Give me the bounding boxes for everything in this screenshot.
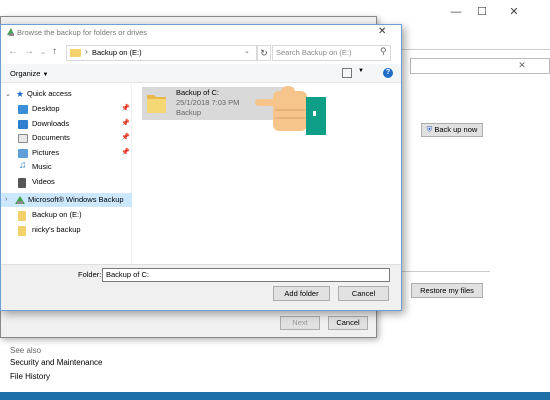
help-icon[interactable]: ?	[383, 68, 393, 78]
security-maintenance-link[interactable]: Security and Maintenance	[10, 358, 103, 367]
close-icon[interactable]: ✕	[497, 0, 531, 24]
nav-item-backup-on-e[interactable]: Backup on (E:)	[32, 208, 82, 222]
folder-icon	[18, 226, 26, 236]
back-arrow-icon[interactable]: ←	[8, 46, 18, 57]
nav-item-desktop[interactable]: Desktop	[32, 102, 60, 116]
wizard-cancel-button[interactable]: Cancel	[328, 316, 368, 330]
dialog-title: Browse the backup for folders or drives	[17, 28, 148, 37]
search-placeholder: Search Backup on (E:)	[276, 48, 352, 57]
organize-menu[interactable]: Organize ▼	[10, 69, 48, 78]
pin-icon: 📌	[121, 120, 130, 127]
close-icon[interactable]: ✕	[514, 58, 530, 74]
chevron-down-icon[interactable]: ⌄	[5, 90, 11, 98]
pin-icon: 📌	[121, 105, 130, 112]
back-up-now-label: Back up now	[434, 125, 478, 134]
chevron-down-icon: ▼	[42, 72, 49, 78]
restore-my-files-button[interactable]: Restore my files	[411, 283, 483, 298]
nav-item-videos[interactable]: Videos	[32, 175, 55, 189]
command-bar	[1, 64, 401, 83]
chevron-right-icon[interactable]: ›	[5, 196, 7, 203]
folder-icon	[70, 49, 81, 57]
star-icon: ★	[16, 89, 25, 99]
file-history-link[interactable]: File History	[10, 372, 50, 381]
search-icon[interactable]: ⚲	[380, 46, 387, 57]
folder-icon	[18, 211, 26, 221]
add-folder-button[interactable]: Add folder	[273, 286, 330, 301]
folder-label: Folder:	[78, 270, 102, 279]
divider	[400, 271, 490, 272]
close-icon[interactable]: ✕	[378, 26, 386, 37]
videos-icon	[18, 178, 26, 188]
maximize-icon[interactable]: ☐	[465, 0, 499, 24]
file-type: Backup	[176, 108, 202, 117]
folder-icon	[147, 95, 166, 113]
view-options-icon[interactable]	[342, 68, 352, 78]
nav-item-documents[interactable]: Documents	[32, 131, 70, 145]
nav-item-nickys-backup[interactable]: nicky's backup	[32, 223, 81, 237]
refresh-icon[interactable]: ↻	[257, 45, 271, 61]
nav-item-quick-access[interactable]: Quick access	[27, 87, 72, 101]
pin-icon: 📌	[121, 134, 130, 141]
back-up-now-button[interactable]: ⛨ Back up now	[421, 123, 483, 137]
backup-app-icon	[7, 28, 14, 36]
shield-icon: ⛨	[426, 125, 433, 134]
pin-icon: 📌	[121, 149, 130, 156]
chevron-down-icon[interactable]: ⌄	[40, 48, 46, 56]
chevron-down-icon[interactable]: ▼	[358, 68, 364, 74]
up-arrow-icon[interactable]: ↑	[52, 46, 57, 57]
nav-item-pictures[interactable]: Pictures	[32, 146, 59, 160]
desktop-icon	[18, 105, 28, 114]
next-button[interactable]: Next	[280, 316, 320, 330]
organize-label: Organize	[10, 69, 41, 78]
cancel-button[interactable]: Cancel	[338, 286, 389, 301]
see-also-heading: See also	[10, 346, 42, 355]
address-text: Backup on (E:)	[92, 48, 142, 57]
nav-item-downloads[interactable]: Downloads	[32, 117, 69, 131]
download-icon	[18, 120, 28, 129]
windows-backup-icon	[15, 196, 25, 204]
forward-arrow-icon[interactable]: →	[24, 46, 34, 57]
file-name: Backup of C:	[176, 88, 219, 97]
documents-icon	[18, 134, 28, 143]
music-icon: ♫	[19, 160, 27, 171]
pictures-icon	[18, 149, 28, 158]
nav-item-windows-backup[interactable]: Microsoft® Windows Backup	[28, 193, 124, 207]
pointing-hand-icon	[255, 86, 326, 135]
chevron-down-icon[interactable]: ⌄	[244, 47, 250, 55]
folder-input[interactable]: Backup of C:	[102, 268, 390, 282]
nav-item-music[interactable]: Music	[32, 160, 52, 174]
file-date: 25/1/2018 7:03 PM	[176, 98, 240, 107]
chevron-right-icon: ›	[85, 47, 88, 56]
